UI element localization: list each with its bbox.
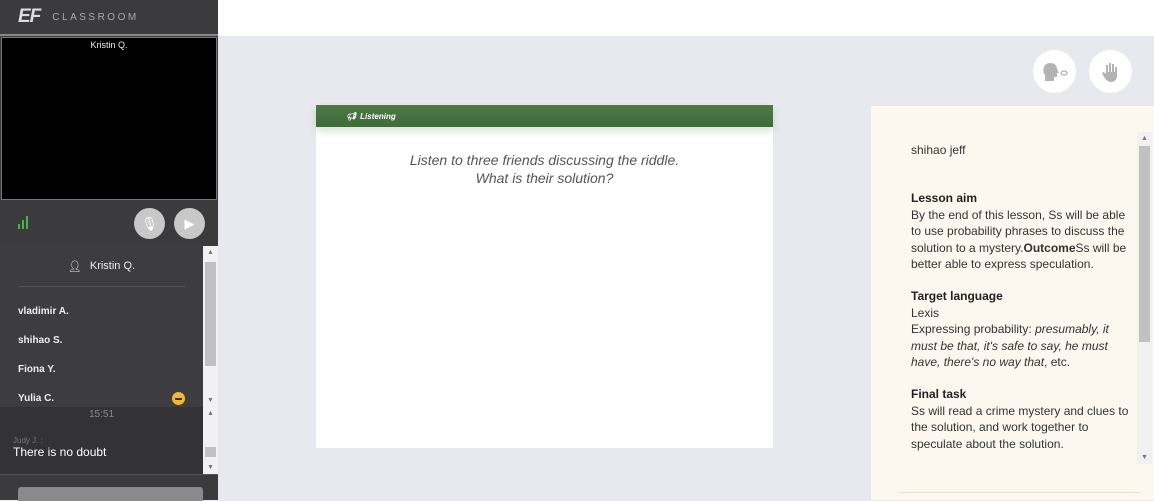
- signal-bars-icon: [18, 216, 28, 229]
- notes-scrollbar[interactable]: ▲ ▼: [1137, 132, 1152, 464]
- logo-mark: EF: [18, 6, 41, 27]
- slide-header: 📢︎ Listening: [316, 105, 773, 127]
- chat-sender: Judy J. :: [13, 436, 43, 445]
- raise-hand-button[interactable]: [1089, 50, 1132, 93]
- target-language-text: Expressing probability: presumably, it m…: [911, 322, 1109, 370]
- final-task-text: Ss will read a crime mystery and clues t…: [911, 403, 1129, 451]
- mic-toggle-button[interactable]: 🎙︎: [134, 208, 165, 239]
- question-line: What is their solution?: [475, 170, 614, 186]
- mic-off-icon: 🎙︎: [141, 215, 158, 231]
- lesson-slide: 📢︎ Listening Listen to three friends dis…: [316, 105, 773, 448]
- participant-item[interactable]: shihao S.: [0, 326, 203, 355]
- busy-status-icon: [172, 392, 185, 405]
- participant-name: Fiona Y.: [18, 364, 56, 375]
- participant-name: Yulia C.: [18, 393, 55, 404]
- participant-scrollbar[interactable]: ▲ ▼: [203, 246, 218, 407]
- lesson-notes-panel: shihao jeff Lesson aim By the end of thi…: [871, 106, 1154, 500]
- speak-button[interactable]: [1033, 50, 1076, 93]
- chat-panel: 15:51 Judy J. : There is no doubt: [0, 407, 203, 474]
- lesson-aim-title: Lesson aim: [911, 191, 978, 206]
- logo-text: CLASSROOM: [52, 11, 139, 23]
- raise-hand-icon: [1101, 62, 1117, 82]
- speak-icon: [1042, 62, 1068, 81]
- video-name: Kristin Q.: [90, 40, 128, 50]
- chat-input-area: [0, 474, 218, 501]
- participant-item[interactable]: Fiona Y.: [0, 355, 203, 384]
- chat-scrollbar[interactable]: ▲ ▼: [203, 407, 218, 474]
- participant-item[interactable]: Yulia C.: [0, 384, 203, 407]
- target-lexis: Lexis: [911, 305, 940, 320]
- participant-name: shihao S.: [18, 335, 63, 346]
- camera-toggle-button[interactable]: ▶︎: [174, 208, 205, 239]
- participant-list: 👤︎ Kristin Q. vladimir A. shihao S. Fion…: [0, 246, 203, 407]
- chat-input[interactable]: [18, 487, 203, 501]
- question-line: Listen to three friends discussing the r…: [409, 152, 680, 168]
- teacher-name: Kristin Q.: [89, 260, 136, 272]
- divider: [18, 286, 185, 287]
- lesson-aim-text: By the end of this lesson, Ss will be ab…: [911, 207, 1127, 272]
- target-language-title: Target language: [911, 289, 1003, 304]
- participant-header: 👤︎ Kristin Q.: [0, 246, 203, 286]
- camera-off-icon: ▶︎: [184, 215, 195, 231]
- top-bar: [218, 0, 1154, 36]
- participant-item[interactable]: vladimir A.: [0, 297, 203, 326]
- lesson-notes: shihao jeff Lesson aim By the end of thi…: [911, 142, 1133, 464]
- chat-time: 15:51: [88, 409, 115, 420]
- chat-message: There is no doubt: [13, 445, 107, 459]
- notes-user: shihao jeff: [911, 143, 966, 157]
- megaphone-icon: 📢︎: [346, 111, 357, 121]
- slide-question: Listen to three friends discussing the r…: [316, 151, 773, 187]
- media-controls: 🎙︎ ▶︎: [0, 200, 218, 246]
- sidebar: EF CLASSROOM Kristin Q. 🎙︎ ▶︎ 👤︎ Kristin…: [0, 0, 218, 501]
- video-feed: Kristin Q.: [1, 37, 217, 200]
- logo: EF CLASSROOM: [0, 0, 218, 36]
- slide-section: Listening: [360, 111, 396, 121]
- divider: [898, 492, 1142, 493]
- final-task-title: Final task: [911, 387, 967, 402]
- participant-name: vladimir A.: [18, 306, 69, 317]
- teacher-icon: 👤︎: [67, 260, 82, 273]
